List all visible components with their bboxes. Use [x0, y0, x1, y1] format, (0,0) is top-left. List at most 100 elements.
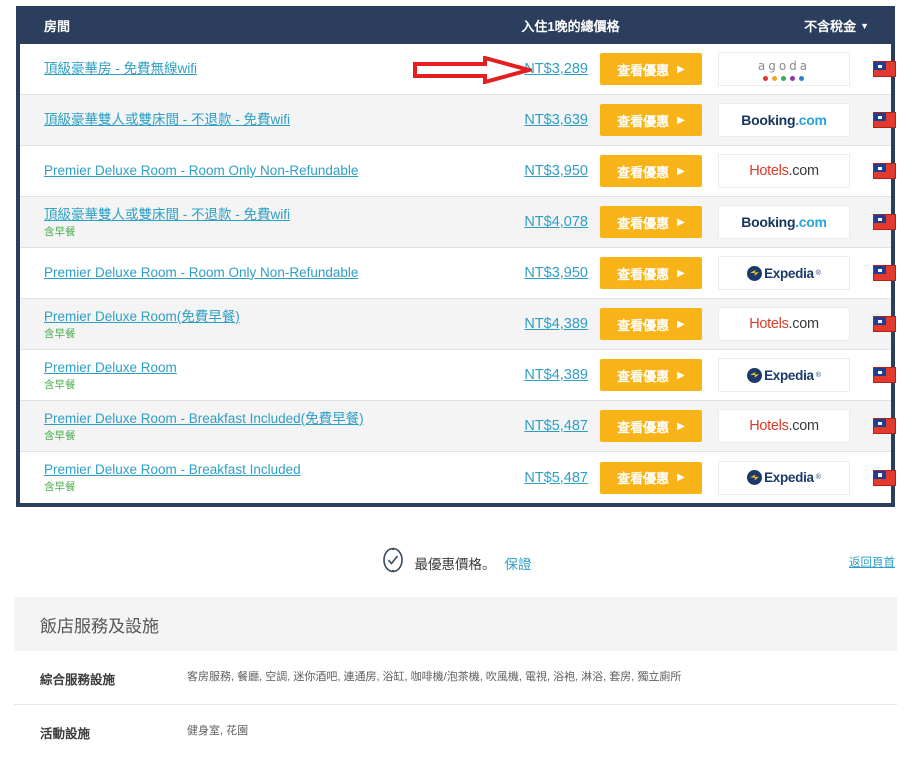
flag-cell — [858, 112, 911, 128]
room-name-link[interactable]: Premier Deluxe Room - Room Only Non-Refu… — [44, 162, 358, 180]
provider-cell[interactable]: Expedia ® — [710, 358, 858, 392]
taiwan-flag-icon — [873, 112, 896, 128]
table-row[interactable]: Premier Deluxe Room - Breakfast Included… — [20, 452, 896, 503]
view-deal-button[interactable]: 查看優惠 ▶ — [600, 206, 702, 238]
booking-logo: Booking.com — [741, 112, 827, 128]
facility-label: 活動設施 — [40, 727, 91, 741]
flag-cell — [858, 61, 911, 77]
view-deal-button[interactable]: 查看優惠 ▶ — [600, 410, 702, 442]
chevron-right-icon: ▶ — [677, 420, 685, 432]
column-header-room: 房間 — [44, 18, 71, 34]
room-name-link[interactable]: Premier Deluxe Room - Breakfast Included… — [44, 410, 364, 428]
table-row[interactable]: Premier Deluxe Room - Room Only Non-Refu… — [20, 146, 896, 197]
agoda-logo: agoda — [758, 58, 810, 81]
view-deal-button[interactable]: 查看優惠 ▶ — [600, 257, 702, 289]
price-link[interactable]: NT$3,639 — [524, 112, 588, 128]
room-name-link[interactable]: 頂級豪華雙人或雙床間 - 不退款 - 免費wifi — [44, 206, 290, 224]
chevron-right-icon: ▶ — [677, 267, 685, 279]
price-cell: NT$4,389 — [482, 366, 592, 384]
price-link[interactable]: NT$5,487 — [524, 470, 588, 486]
view-deal-button[interactable]: 查看優惠 ▶ — [600, 461, 702, 494]
flag-cell — [858, 418, 911, 434]
price-link[interactable]: NT$3,289 — [524, 61, 588, 77]
taiwan-flag-icon — [873, 265, 896, 281]
chevron-right-icon: ▶ — [677, 472, 685, 483]
price-cell: NT$4,078 — [482, 213, 592, 231]
price-link[interactable]: NT$3,950 — [524, 265, 588, 281]
expedia-logo: Expedia ® — [747, 265, 821, 281]
cta-cell: 查看優惠 ▶ — [592, 410, 710, 442]
table-row[interactable]: Premier Deluxe Room 含早餐 NT$4,389 查看優惠 ▶ Exped… — [20, 350, 896, 401]
room-cell: Premier Deluxe Room 含早餐 — [20, 353, 482, 398]
rates-table-header: 房間 入住1晚的總價格 不含稅金 ▼ — [16, 6, 895, 44]
provider-cell[interactable]: Expedia ® — [710, 460, 858, 495]
table-row[interactable]: 頂級豪華房 - 免費無線wifi NT$3,289 查看優惠 ▶ agoda — [20, 44, 896, 95]
cta-cell: 查看優惠 ▶ — [592, 308, 710, 340]
provider-cell[interactable]: Hotels.com — [710, 154, 858, 188]
view-deal-label: 查看優惠 — [617, 62, 670, 78]
column-header-price: 入住1晚的總價格 — [521, 18, 620, 34]
room-cell: Premier Deluxe Room - Room Only Non-Refu… — [20, 156, 482, 186]
price-cell: NT$3,289 — [482, 60, 592, 78]
back-to-top-link[interactable]: 返回頁首 — [849, 554, 895, 570]
chevron-down-icon: ▼ — [860, 20, 869, 31]
view-deal-label: 查看優惠 — [617, 368, 670, 384]
expedia-logo: Expedia ® — [747, 470, 821, 485]
price-link[interactable]: NT$3,950 — [524, 163, 588, 179]
best-price-guarantee-strip: 最優惠價格。 保證 返回頁首 — [0, 537, 911, 595]
flag-cell — [858, 316, 911, 332]
provider-cell[interactable]: Hotels.com — [710, 307, 858, 341]
price-cell: NT$3,950 — [482, 162, 592, 180]
table-row[interactable]: Premier Deluxe Room - Room Only Non-Refu… — [20, 248, 896, 299]
table-row[interactable]: 頂級豪華雙人或雙床間 - 不退款 - 免費wifi 含早餐 NT$4,078 查看優惠… — [20, 197, 896, 248]
price-link[interactable]: NT$4,389 — [524, 367, 588, 383]
cta-cell: 查看優惠 ▶ — [592, 104, 710, 136]
room-cell: 頂級豪華雙人或雙床間 - 不退款 - 免費wifi — [20, 105, 482, 135]
price-link[interactable]: NT$4,389 — [524, 316, 588, 332]
view-deal-button[interactable]: 查看優惠 ▶ — [600, 53, 702, 85]
view-deal-button[interactable]: 查看優惠 ▶ — [600, 359, 702, 391]
price-cell: NT$3,639 — [482, 111, 592, 129]
room-name-link[interactable]: 頂級豪華房 - 免費無線wifi — [44, 60, 197, 78]
table-row[interactable]: Premier Deluxe Room - Breakfast Included… — [20, 401, 896, 452]
table-row[interactable]: 頂級豪華雙人或雙床間 - 不退款 - 免費wifi NT$3,639 查看優惠 ▶ Bo… — [20, 95, 896, 146]
chevron-right-icon: ▶ — [677, 216, 685, 228]
price-link[interactable]: NT$5,487 — [524, 418, 588, 434]
provider-cell[interactable]: agoda — [710, 52, 858, 86]
cta-cell: 查看優惠 ▶ — [592, 359, 710, 391]
hotels-logo: Hotels.com — [749, 418, 819, 434]
table-row[interactable]: Premier Deluxe Room(免費早餐) 含早餐 NT$4,389 查看優惠… — [20, 299, 896, 350]
provider-cell[interactable]: Booking.com — [710, 205, 858, 239]
view-deal-button[interactable]: 查看優惠 ▶ — [600, 155, 702, 187]
room-name-link[interactable]: Premier Deluxe Room - Room Only Non-Refu… — [44, 264, 358, 282]
view-deal-button[interactable]: 查看優惠 ▶ — [600, 308, 702, 340]
facility-label: 綜合服務設施 — [40, 673, 116, 687]
price-cell: NT$4,389 — [482, 315, 592, 333]
view-deal-label: 查看優惠 — [617, 419, 670, 435]
room-name-link[interactable]: 頂級豪華雙人或雙床間 - 不退款 - 免費wifi — [44, 111, 290, 129]
chevron-right-icon: ▶ — [677, 318, 685, 330]
guarantee-link[interactable]: 保證 — [505, 553, 532, 573]
meal-badge: 含早餐 — [44, 481, 76, 494]
provider-cell[interactable]: Booking.com — [710, 103, 858, 137]
price-link[interactable]: NT$4,078 — [524, 214, 588, 230]
room-name-link[interactable]: Premier Deluxe Room(免費早餐) — [44, 308, 240, 326]
provider-cell[interactable]: Expedia ® — [710, 256, 858, 290]
taiwan-flag-icon — [873, 163, 896, 179]
room-name-link[interactable]: Premier Deluxe Room - Breakfast Included — [44, 461, 301, 479]
view-deal-label: 查看優惠 — [617, 266, 670, 282]
room-name-link[interactable]: Premier Deluxe Room — [44, 359, 177, 377]
flag-cell — [858, 469, 911, 486]
facility-value: 健身室, 花園 — [187, 725, 249, 737]
meal-badge: 含早餐 — [44, 429, 76, 442]
flag-cell — [858, 265, 911, 281]
hotels-logo: Hotels.com — [749, 163, 819, 179]
room-cell: Premier Deluxe Room(免費早餐) 含早餐 — [20, 302, 482, 347]
hotel-facilities-section: 飯店服務及設施 綜合服務設施 客房服務, 餐廳, 空調, 迷你酒吧, 連通房, 浴… — [14, 597, 897, 758]
view-deal-button[interactable]: 查看優惠 ▶ — [600, 104, 702, 136]
hotels-logo: Hotels.com — [749, 316, 819, 332]
price-cell: NT$3,950 — [482, 264, 592, 282]
provider-cell[interactable]: Hotels.com — [710, 409, 858, 443]
meal-badge: 含早餐 — [44, 327, 76, 340]
tax-toggle-dropdown[interactable]: 不含稅金 ▼ — [741, 16, 891, 35]
